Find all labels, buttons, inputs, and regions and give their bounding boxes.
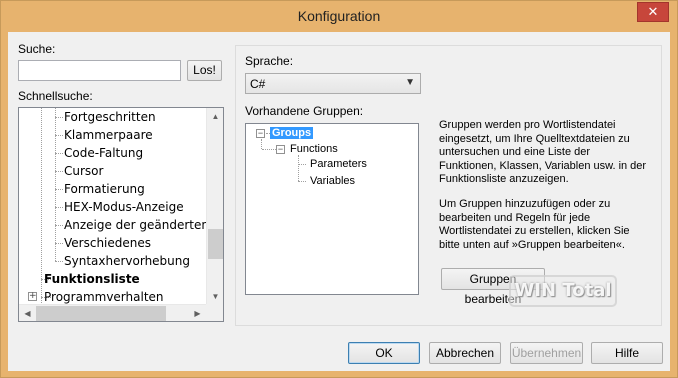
collapse-groups-icon[interactable]: − <box>256 129 265 138</box>
tree-item-label: Formatierung <box>64 182 145 196</box>
config-window: Konfiguration ✕ Suche: Los! Schnellsuche… <box>0 0 678 378</box>
tree-vertical-scrollbar[interactable]: ▲ ▼ <box>206 108 223 305</box>
info-text-1: Gruppen werden pro Wortlistendatei einge… <box>439 119 647 185</box>
scroll-thumb[interactable] <box>208 229 223 259</box>
settings-tree[interactable]: Fortgeschritten Klammerpaare Code-Faltung C… <box>18 107 224 322</box>
apply-button[interactable]: Übernehmen <box>510 342 583 364</box>
groups-label: Vorhandene Gruppen: <box>245 104 364 118</box>
search-go-button[interactable]: Los! <box>187 60 222 81</box>
title-bar[interactable]: Konfiguration ✕ <box>1 1 677 31</box>
scroll-left-arrow-icon[interactable]: ◀ <box>19 305 36 321</box>
tree-item-label: Code-Faltung <box>64 146 144 160</box>
expand-icon[interactable]: + <box>28 292 37 301</box>
tree-connector <box>298 181 306 182</box>
groups-tree[interactable]: − Groups − Functions Parameters Variable… <box>245 123 419 295</box>
group-node-variables[interactable]: Variables <box>310 173 355 189</box>
tree-connector <box>55 261 63 262</box>
window-title: Konfiguration <box>297 8 381 24</box>
dialog-body: Suche: Los! Schnellsuche: Fortgeschritte… <box>8 32 670 371</box>
tree-connector <box>55 207 63 208</box>
ok-button[interactable]: OK <box>348 342 420 364</box>
info-text-2: Um Gruppen hinzuzufügen oder zu bearbeit… <box>439 198 630 251</box>
tree-item-label: Funktionsliste <box>44 272 140 286</box>
search-label: Suche: <box>18 42 56 56</box>
scroll-corner <box>206 304 223 321</box>
tree-connector <box>55 153 63 154</box>
language-select-value: C# <box>250 77 266 91</box>
tree-item-label: Fortgeschritten <box>64 110 156 124</box>
tree-connector <box>55 171 63 172</box>
group-node-parameters[interactable]: Parameters <box>310 156 367 172</box>
tree-connector <box>261 139 262 149</box>
tree-item-label: Verschiedenes <box>64 236 152 250</box>
language-select[interactable]: C# ▼ <box>245 73 421 94</box>
chevron-down-icon: ▼ <box>405 77 415 88</box>
tree-connector <box>55 225 63 226</box>
search-input[interactable] <box>18 60 181 81</box>
scroll-down-arrow-icon[interactable]: ▼ <box>207 288 223 305</box>
language-label: Sprache: <box>245 54 294 68</box>
tree-item-label: Programmverhalten <box>44 290 164 304</box>
tree-connector <box>55 135 63 136</box>
hscroll-thumb[interactable] <box>36 306 166 321</box>
settings-tree-list: Fortgeschritten Klammerpaare Code-Faltung C… <box>19 108 206 305</box>
tree-connector <box>55 189 63 190</box>
close-button[interactable]: ✕ <box>637 2 669 22</box>
group-node-groups[interactable]: Groups <box>270 125 314 141</box>
tree-item-label: Klammerpaare <box>64 128 153 142</box>
tree-connector <box>55 117 63 118</box>
cancel-button[interactable]: Abbrechen <box>429 342 501 364</box>
quick-search-label: Schnellsuche: <box>18 89 93 103</box>
tree-connector <box>55 243 63 244</box>
scroll-right-arrow-icon[interactable]: ▶ <box>189 305 206 321</box>
tree-guide-line-inner <box>55 108 56 261</box>
tree-item-label: Syntaxhervorhebung <box>64 254 191 268</box>
wintotal-watermark-logo: WIN Total <box>509 275 617 307</box>
tree-guide-line <box>41 108 42 305</box>
tree-connector <box>298 164 306 165</box>
tree-item-label: Anzeige der geänderten Zei <box>64 218 206 232</box>
tree-connector <box>298 155 299 181</box>
collapse-functions-icon[interactable]: − <box>276 145 285 154</box>
scroll-up-arrow-icon[interactable]: ▲ <box>207 108 223 125</box>
tree-horizontal-scrollbar[interactable]: ◀ ▶ <box>19 304 206 321</box>
help-button[interactable]: Hilfe <box>591 342 663 364</box>
tree-item-label: Cursor <box>64 164 104 178</box>
tree-item-label: HEX-Modus-Anzeige <box>64 200 184 214</box>
tree-connector <box>262 149 276 150</box>
